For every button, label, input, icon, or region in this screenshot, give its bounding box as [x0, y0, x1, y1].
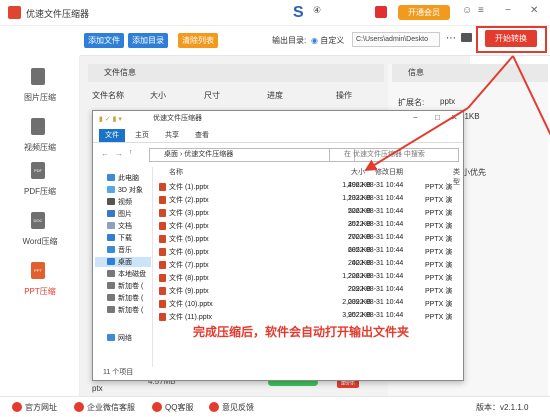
annotation-arrows — [364, 55, 550, 172]
home-icon — [12, 402, 22, 412]
qq-label: QQ客服 — [165, 403, 194, 412]
annotation-text: 完成压缩后，软件会自动打开输出文件夹 — [193, 325, 410, 339]
feedback-link[interactable]: 意见反馈 — [209, 402, 254, 413]
qq-icon — [152, 402, 162, 412]
qq-service-link[interactable]: QQ客服 — [152, 402, 193, 413]
official-site-link[interactable]: 官方网址 — [12, 402, 57, 413]
wechat-icon — [74, 402, 84, 412]
version-text: 版本：v2.1.1.0 — [476, 403, 529, 412]
annotation-line — [512, 55, 550, 136]
app-window: 优速文件压缩器 S ④ 开通会员 ☺ ≡ − ✕ 添加文件 添加目录 清除列表 … — [0, 0, 550, 417]
annotation-line — [467, 55, 514, 109]
wechat-service-link[interactable]: 企业微信客服 — [74, 402, 135, 413]
feedback-icon — [209, 402, 219, 412]
wechat-label: 企业微信客服 — [87, 403, 135, 412]
official-site-label: 官方网址 — [25, 403, 57, 412]
feedback-label: 意见反馈 — [222, 403, 254, 412]
annotation-arrow — [364, 107, 469, 172]
bottom-bar: 官方网址 企业微信客服 QQ客服 意见反馈 版本：v2.1.1.0 — [0, 396, 550, 417]
